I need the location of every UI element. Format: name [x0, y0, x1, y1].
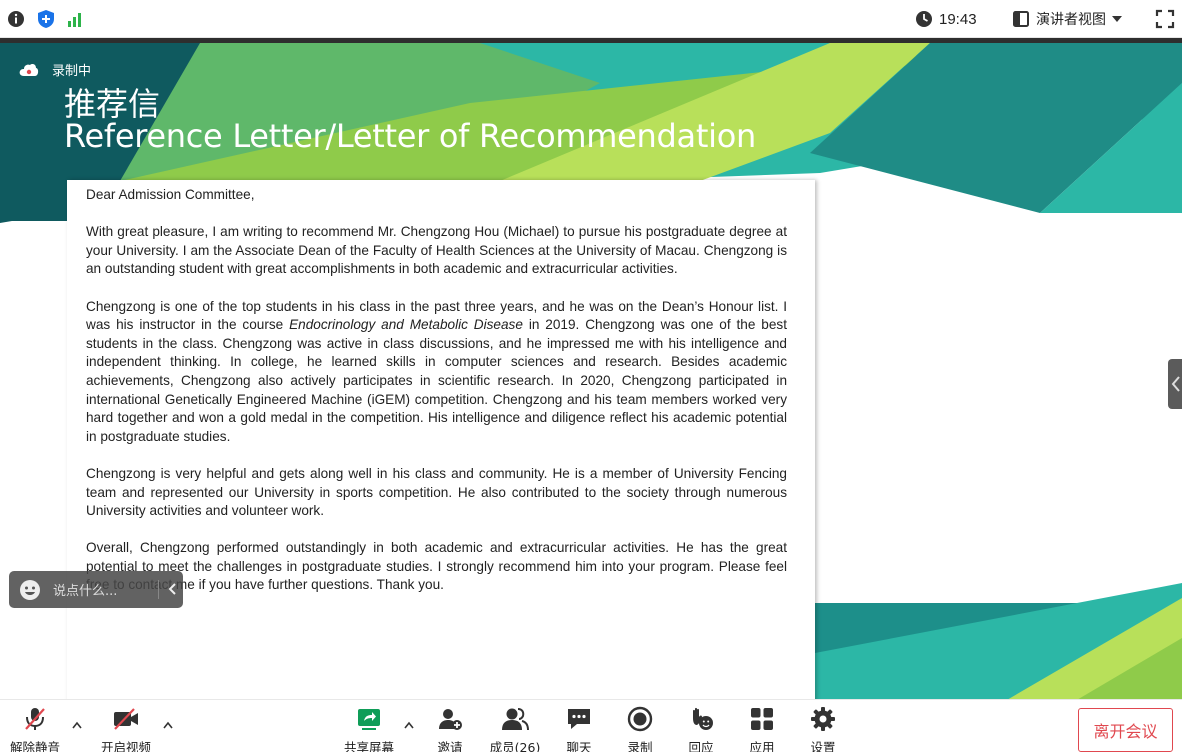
info-icon[interactable]	[6, 9, 26, 29]
course-name: Endocrinology and Metabolic Disease	[289, 317, 523, 333]
chevron-down-icon	[1112, 16, 1122, 22]
share-screen-label: 共享屏幕	[343, 740, 394, 752]
apps-label: 应用	[749, 740, 775, 752]
layout-icon	[1013, 11, 1029, 27]
clock-icon	[916, 11, 932, 27]
gear-icon	[811, 707, 835, 731]
shield-icon[interactable]	[36, 9, 56, 29]
members-icon	[502, 708, 529, 731]
record-button[interactable]: 录制	[621, 706, 659, 752]
react-label: 回应	[688, 740, 714, 752]
letter-paragraph-2: Chengzong is one of the top students in …	[86, 298, 787, 444]
emoji-icon[interactable]	[19, 579, 41, 601]
letter-paragraph-4: Overall, Chengzong performed outstanding…	[86, 540, 787, 593]
invite-label: 邀请	[437, 740, 463, 752]
recommendation-letter: Dear Admission Committee, With great ple…	[67, 180, 815, 699]
settings-label: 设置	[810, 740, 836, 752]
chat-input-placeholder[interactable]: 说点什么...	[53, 580, 117, 599]
view-mode-label: 演讲者视图	[1036, 12, 1106, 28]
shared-screen-area: 录制中 推荐信 Reference Letter/Letter of Recom…	[0, 38, 1182, 699]
record-icon	[627, 706, 653, 732]
top-status-bar: 19:43 演讲者视图	[0, 0, 1182, 38]
quick-chat-bar[interactable]: 说点什么...	[9, 571, 183, 608]
chevron-left-icon[interactable]	[167, 582, 179, 596]
camera-off-icon	[114, 708, 138, 730]
letter-paragraph-1: With great pleasure, I am writing to rec…	[86, 224, 787, 277]
chat-button[interactable]: 聊天	[560, 706, 598, 752]
fullscreen-icon[interactable]	[1155, 9, 1175, 29]
share-screen-button[interactable]: 共享屏幕	[339, 706, 399, 752]
add-user-icon	[439, 709, 462, 730]
signal-icon	[68, 13, 81, 27]
chevron-up-icon[interactable]	[71, 720, 83, 732]
members-label: 成员(26)	[489, 740, 541, 752]
raise-hand-icon	[693, 707, 713, 730]
record-label: 录制	[627, 740, 653, 752]
chat-icon	[568, 709, 590, 729]
chevron-up-icon[interactable]	[403, 720, 415, 732]
members-button[interactable]: 成员(26)	[486, 706, 544, 752]
share-screen-icon	[358, 709, 380, 730]
recording-indicator: 录制中	[18, 60, 91, 79]
leave-meeting-button[interactable]: 离开会议	[1078, 708, 1173, 752]
chevron-left-icon	[1171, 376, 1180, 392]
recording-label: 录制中	[52, 64, 92, 79]
timer-text: 19:43	[939, 10, 977, 28]
side-panel-toggle[interactable]	[1168, 359, 1182, 409]
meeting-toolbar: 解除静音 开启视频 共享屏幕 邀请 成员(26) 聊天 录制 回应 应用 设置 …	[0, 699, 1182, 752]
unmute-button[interactable]: 解除静音	[6, 706, 64, 752]
start-video-label: 开启视频	[100, 740, 151, 752]
unmute-label: 解除静音	[9, 740, 60, 752]
react-button[interactable]: 回应	[682, 706, 720, 752]
invite-button[interactable]: 邀请	[428, 706, 472, 752]
view-mode-dropdown[interactable]: 演讲者视图	[1012, 8, 1123, 30]
mic-muted-icon	[25, 708, 45, 730]
slide-title-english: Reference Letter/Letter of Recommendatio…	[64, 117, 756, 155]
start-video-button[interactable]: 开启视频	[96, 706, 156, 752]
settings-button[interactable]: 设置	[804, 706, 842, 752]
meeting-window: 19:43 演讲者视图 录制中 推荐信 Reference Letter/Let…	[0, 0, 1182, 752]
chat-label: 聊天	[566, 740, 592, 752]
letter-greeting: Dear Admission Committee,	[86, 187, 255, 202]
chevron-up-icon[interactable]	[162, 720, 174, 732]
divider	[158, 580, 159, 599]
apps-grid-icon	[751, 708, 773, 730]
apps-button[interactable]: 应用	[743, 706, 781, 752]
cloud-record-icon	[19, 63, 39, 76]
letter-paragraph-3: Chengzong is very helpful and gets along…	[86, 465, 787, 519]
meeting-timer: 19:43	[915, 8, 977, 30]
